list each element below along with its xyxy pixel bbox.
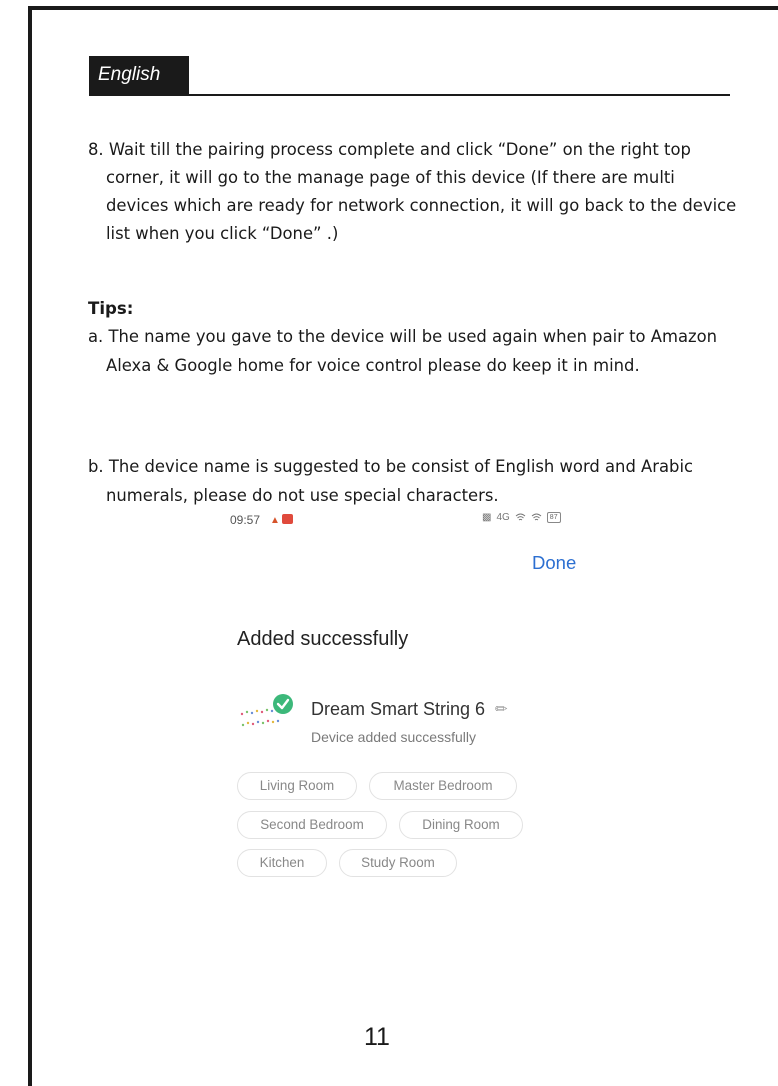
check-badge-icon	[273, 694, 293, 714]
page-number: 11	[364, 1023, 390, 1051]
step-8-text: 8. Wait till the pairing process complet…	[88, 140, 737, 243]
wifi-icon	[515, 513, 526, 521]
language-tab: English	[89, 56, 189, 96]
message-icon: ▩	[482, 512, 492, 523]
app-notification-icon	[281, 514, 293, 524]
status-time: 09:57	[230, 513, 261, 527]
language-header: English	[89, 56, 730, 96]
status-bar-right: ▩ 4G 87	[482, 512, 561, 523]
edit-pencil-icon[interactable]: ✏	[495, 700, 508, 718]
device-status: Device added successfully	[311, 729, 476, 745]
notification-icon: ▲	[270, 515, 280, 526]
phone-screenshot: 09:57 ▲ ▩ 4G 87 Done Added successfully …	[220, 500, 600, 900]
tips-heading: Tips:	[88, 299, 134, 318]
header-rule	[89, 94, 730, 96]
device-name: Dream Smart String 6	[311, 699, 486, 719]
room-chip-living-room[interactable]: Living Room	[237, 772, 357, 800]
done-button[interactable]: Done	[532, 552, 576, 574]
battery-icon: 87	[546, 512, 561, 523]
string-lights-icon	[240, 694, 293, 727]
signal-label: 4G	[496, 512, 510, 523]
room-chip-dining-room[interactable]: Dining Room	[399, 811, 523, 839]
room-chip-master-bedroom[interactable]: Master Bedroom	[369, 772, 517, 800]
room-chip-kitchen[interactable]: Kitchen	[237, 849, 327, 877]
added-title: Added successfully	[237, 628, 409, 650]
room-chip-study-room[interactable]: Study Room	[339, 849, 457, 877]
wifi-icon-secondary	[531, 513, 542, 521]
room-chip-second-bedroom[interactable]: Second Bedroom	[237, 811, 387, 839]
status-notification-icons: ▲	[270, 514, 293, 526]
tip-a: a. The name you gave to the device will …	[88, 327, 718, 375]
